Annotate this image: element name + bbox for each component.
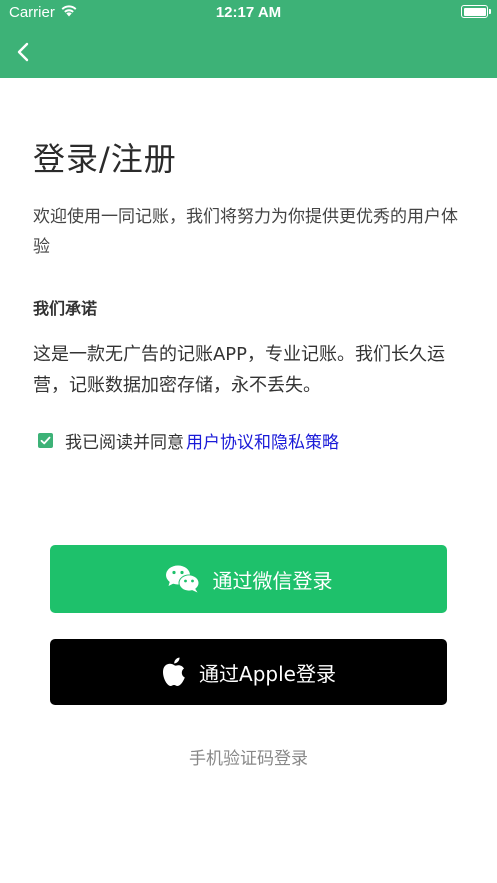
apple-login-button[interactable]: 通过Apple登录 (50, 639, 447, 705)
sms-login-link[interactable]: 手机验证码登录 (0, 744, 497, 769)
promise-text: 这是一款无广告的记账APP，专业记账。我们长久运营，记账数据加密存储，永不丢失。 (33, 344, 446, 396)
chevron-left-icon[interactable] (12, 40, 36, 64)
wechat-login-button[interactable]: 通过微信登录 (50, 545, 447, 613)
status-bar: Carrier 12:17 AM (0, 0, 497, 28)
wechat-login-label: 通过微信登录 (212, 568, 333, 593)
agreement-row: 我已阅读并同意 用户协议和隐私策略 (38, 428, 339, 453)
welcome-text: 欢迎使用一同记账，我们将努力为你提供更优秀的用户体验 (33, 207, 458, 257)
agreement-prefix: 我已阅读并同意 (65, 432, 184, 453)
wechat-icon (165, 565, 199, 593)
nav-bar: Carrier 12:17 AM (0, 0, 497, 78)
battery-icon (461, 5, 491, 18)
promise-heading: 我们承诺 (33, 299, 98, 318)
status-time: 12:17 AM (215, 4, 282, 21)
checkmark-icon (40, 436, 51, 444)
privacy-policy-link[interactable]: 用户协议和隐私策略 (186, 428, 339, 453)
page-title: 登录/注册 (33, 140, 177, 178)
apple-login-label: 通过Apple登录 (199, 661, 336, 686)
apple-icon (163, 657, 185, 686)
agreement-checkbox[interactable] (38, 432, 53, 448)
